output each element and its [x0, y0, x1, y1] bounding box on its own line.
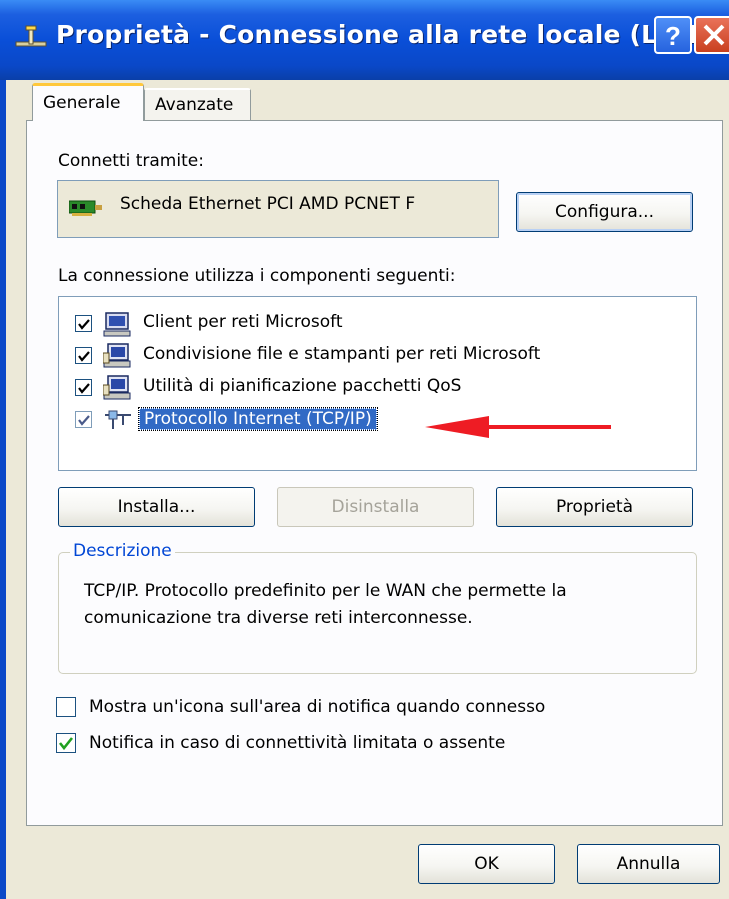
- protocol-icon: [105, 410, 131, 429]
- ok-button-label: OK: [474, 854, 499, 874]
- checkbox-qos-scheduler[interactable]: [75, 379, 92, 396]
- checkmark-icon: [78, 351, 90, 362]
- list-item-label: Utilità di pianificazione pacchetti QoS: [143, 376, 462, 396]
- checkbox-tcp-ip[interactable]: [75, 411, 92, 428]
- components-label: La connessione utilizza i componenti seg…: [58, 266, 456, 286]
- list-item-qos-scheduler[interactable]: Utilità di pianificazione pacchetti QoS: [59, 373, 696, 403]
- properties-button[interactable]: Proprietà: [496, 487, 693, 527]
- properties-button-label: Proprietà: [555, 497, 633, 517]
- show-icon-checkbox[interactable]: [56, 697, 76, 717]
- uninstall-button-label: Disinstalla: [331, 497, 420, 517]
- list-item-file-printer-sharing[interactable]: Condivisione file e stampanti per reti M…: [59, 341, 696, 371]
- list-item-client[interactable]: Client per reti Microsoft: [59, 309, 696, 339]
- checkmark-icon: [78, 415, 90, 426]
- checkmark-icon: [58, 737, 74, 751]
- checkmark-icon: [78, 319, 90, 330]
- list-item-label: Protocollo Internet (TCP/IP): [138, 407, 378, 431]
- checkmark-icon: [78, 383, 90, 394]
- connect-using-label: Connetti tramite:: [58, 151, 204, 171]
- cancel-button[interactable]: Annulla: [577, 844, 720, 884]
- components-list[interactable]: Client per reti Microsoft Condivisione f…: [58, 296, 697, 471]
- qos-scheduler-icon: [103, 375, 131, 400]
- checkbox-file-printer-sharing[interactable]: [75, 347, 92, 364]
- adapter-field: Scheda Ethernet PCI AMD PCNET F: [57, 180, 499, 238]
- uninstall-button[interactable]: Disinstalla: [277, 487, 474, 527]
- properties-dialog: Proprietà - Connessione alla rete locale…: [0, 0, 729, 899]
- cancel-button-label: Annulla: [616, 854, 681, 874]
- checkbox-client[interactable]: [75, 315, 92, 332]
- description-text: TCP/IP. Protocollo predefinito per le WA…: [84, 581, 567, 628]
- adapter-name: Scheda Ethernet PCI AMD PCNET F: [120, 194, 416, 214]
- show-icon-label[interactable]: Mostra un'icona sull'area di notifica qu…: [89, 697, 545, 717]
- description-title: Descrizione: [70, 541, 175, 561]
- list-item-label: Condivisione file e stampanti per reti M…: [143, 344, 541, 364]
- install-button[interactable]: Installa...: [58, 487, 255, 527]
- annotation-arrow-icon: [425, 416, 611, 438]
- configure-button-label: Configura...: [555, 202, 654, 222]
- install-button-label: Installa...: [117, 497, 196, 517]
- ok-button[interactable]: OK: [418, 844, 555, 884]
- configure-button[interactable]: Configura...: [516, 192, 693, 232]
- network-adapter-icon: [69, 200, 102, 216]
- list-item-label: Client per reti Microsoft: [143, 312, 343, 332]
- network-client-icon: [103, 312, 131, 337]
- notify-checkbox[interactable]: [56, 733, 76, 753]
- notify-label[interactable]: Notifica in caso di connettività limitat…: [89, 733, 505, 753]
- file-printer-sharing-icon: [103, 343, 131, 368]
